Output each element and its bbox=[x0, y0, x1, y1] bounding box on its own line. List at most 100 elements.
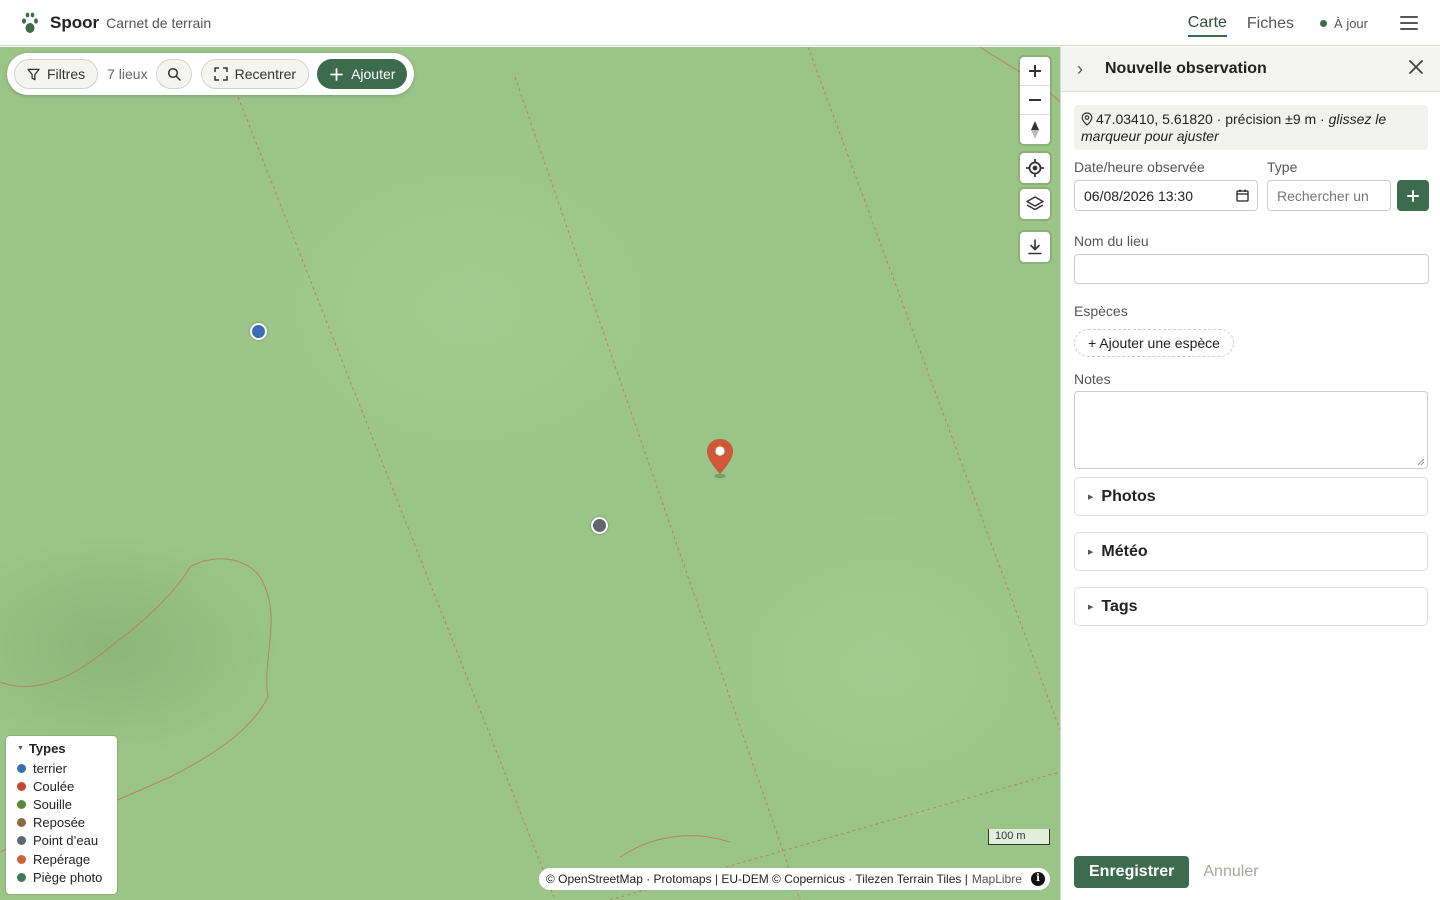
recenter-label: Recentrer bbox=[234, 66, 297, 82]
legend-item-label: Piège photo bbox=[33, 869, 103, 885]
download-button[interactable] bbox=[1020, 232, 1050, 262]
legend-item: Repérage bbox=[17, 850, 117, 868]
date-field-group: Date/heure observée 06/08/2026 13:30 bbox=[1074, 159, 1258, 211]
recenter-button[interactable]: Recentrer bbox=[200, 59, 310, 89]
save-button[interactable]: Enregistrer bbox=[1074, 856, 1190, 888]
type-label: Type bbox=[1267, 159, 1298, 175]
search-button[interactable] bbox=[155, 59, 192, 89]
layers-icon bbox=[1026, 196, 1044, 211]
section-meteo-label: Météo bbox=[1101, 542, 1148, 560]
chevron-right-icon[interactable]: › bbox=[1077, 59, 1097, 80]
compass-button[interactable] bbox=[1020, 115, 1050, 144]
add-type-button[interactable] bbox=[1397, 180, 1429, 211]
brand[interactable]: Spoor Carnet de terrain bbox=[20, 11, 211, 35]
add-label: Ajouter bbox=[351, 66, 396, 82]
scale-bar: 100 m bbox=[988, 829, 1050, 845]
close-icon[interactable] bbox=[1408, 59, 1424, 75]
map-toolbar: Filtres 7 lieux Recentrer Ajouter bbox=[7, 53, 415, 95]
zoom-in-button[interactable] bbox=[1020, 57, 1050, 86]
triangle-right-icon: ▶ bbox=[1088, 493, 1094, 501]
add-button[interactable]: Ajouter bbox=[317, 59, 408, 89]
legend-swatch-icon bbox=[17, 872, 26, 882]
legend-item-label: Reposée bbox=[33, 815, 86, 831]
status-dot-icon bbox=[1320, 19, 1328, 27]
calendar-icon bbox=[1236, 189, 1249, 202]
legend-swatch-icon bbox=[17, 818, 26, 828]
plus-icon bbox=[330, 67, 343, 81]
map-marker-terrier[interactable] bbox=[250, 323, 267, 340]
legend-item-label: Souille bbox=[33, 796, 73, 812]
legend-toggle[interactable]: ▼ Types bbox=[17, 741, 117, 756]
section-photos-label: Photos bbox=[1101, 487, 1156, 505]
map-marker-point-d-eau[interactable] bbox=[591, 517, 608, 534]
place-name-input[interactable] bbox=[1074, 254, 1429, 284]
legend-title: Types bbox=[28, 741, 66, 756]
species-row: + Ajouter une espèce bbox=[1074, 329, 1428, 357]
search-icon bbox=[167, 67, 181, 81]
legend-items: terrier Coulée Souille Reposée Point d’eau Re… bbox=[17, 759, 117, 886]
date-time-input[interactable]: 06/08/2026 13:30 bbox=[1074, 180, 1258, 211]
legend-item: terrier bbox=[17, 759, 117, 777]
notes-label: Notes bbox=[1074, 371, 1111, 387]
sync-status: À jour bbox=[1320, 16, 1368, 31]
location-pin-icon[interactable] bbox=[705, 437, 735, 479]
legend-item-label: Point d’eau bbox=[33, 833, 99, 849]
section-photos[interactable]: ▶ Photos bbox=[1074, 477, 1428, 516]
app-name: Spoor bbox=[50, 12, 100, 32]
attribution-text: © OpenStreetMap · Protomaps | EU-DEM © C… bbox=[546, 872, 968, 886]
legend-item: Souille bbox=[17, 795, 117, 813]
info-icon[interactable]: i bbox=[1031, 872, 1045, 886]
triangle-right-icon: ▶ bbox=[1088, 603, 1094, 611]
compass-icon bbox=[1031, 120, 1039, 139]
notes-textarea[interactable] bbox=[1074, 391, 1428, 469]
zoom-out-button[interactable] bbox=[1020, 86, 1050, 115]
legend-swatch-icon bbox=[17, 836, 26, 846]
places-count: 7 lieux bbox=[107, 66, 148, 82]
geolocate-button[interactable] bbox=[1020, 153, 1050, 183]
legend-item-label: terrier bbox=[33, 760, 67, 776]
date-type-row: Date/heure observée 06/08/2026 13:30 Typ… bbox=[1074, 159, 1429, 211]
legend-item-label: Coulée bbox=[33, 778, 75, 794]
map-legend: ▼ Types terrier Coulée Souille Reposée Point… bbox=[6, 736, 117, 894]
maplibre-link[interactable]: MapLibre bbox=[972, 872, 1022, 886]
observation-panel: › Nouvelle observation 47.03410, 5.61820… bbox=[1060, 47, 1440, 900]
type-field-group: Type Rechercher un bbox=[1267, 159, 1429, 211]
location-pin-outline-icon bbox=[1081, 112, 1093, 126]
triangle-down-icon: ▼ bbox=[17, 745, 24, 752]
filters-button[interactable]: Filtres bbox=[14, 59, 99, 89]
legend-item: Coulée bbox=[17, 777, 117, 795]
tab-fiches[interactable]: Fiches bbox=[1247, 11, 1294, 36]
type-search-input[interactable]: Rechercher un bbox=[1267, 180, 1391, 211]
download-icon bbox=[1028, 239, 1042, 255]
legend-item: Reposée bbox=[17, 814, 117, 832]
place-label: Nom du lieu bbox=[1074, 233, 1149, 249]
section-tags-label: Tags bbox=[1101, 597, 1138, 615]
triangle-right-icon: ▶ bbox=[1088, 548, 1094, 556]
zoom-out-icon bbox=[1029, 99, 1041, 101]
crosshair-icon bbox=[1026, 159, 1044, 177]
legend-item-label: Repérage bbox=[33, 851, 91, 867]
cancel-button[interactable]: Annuler bbox=[1203, 863, 1258, 881]
date-time-value: 06/08/2026 13:30 bbox=[1084, 187, 1193, 204]
app-header: Spoor Carnet de terrain Carte Fiches À j… bbox=[0, 0, 1440, 46]
layers-button[interactable] bbox=[1020, 189, 1050, 219]
main-nav: Carte Fiches À jour bbox=[1187, 0, 1440, 46]
legend-swatch-icon bbox=[17, 763, 26, 773]
zoom-in-icon bbox=[1029, 65, 1041, 77]
add-species-button[interactable]: + Ajouter une espèce bbox=[1074, 329, 1234, 357]
map-terrain bbox=[0, 47, 1060, 900]
coordinates-text: 47.03410, 5.61820 · précision ±9 m · bbox=[1096, 111, 1329, 127]
legend-swatch-icon bbox=[17, 781, 26, 791]
place-field-group: Nom du lieu bbox=[1074, 233, 1429, 284]
panel-header: › Nouvelle observation bbox=[1061, 47, 1440, 92]
hamburger-menu-icon[interactable] bbox=[1400, 16, 1418, 30]
section-meteo[interactable]: ▶ Météo bbox=[1074, 532, 1428, 571]
filters-label: Filtres bbox=[47, 66, 86, 82]
species-field-group: Espèces + Ajouter une espèce bbox=[1074, 303, 1428, 357]
panel-footer: Enregistrer Annuler bbox=[1074, 856, 1259, 888]
zoom-controls bbox=[1020, 57, 1050, 144]
resize-grip-icon[interactable] bbox=[1417, 458, 1425, 466]
tab-carte[interactable]: Carte bbox=[1187, 10, 1227, 37]
section-tags[interactable]: ▶ Tags bbox=[1074, 587, 1428, 626]
map-view[interactable]: Filtres 7 lieux Recentrer Ajouter ▼ Type… bbox=[0, 47, 1060, 900]
